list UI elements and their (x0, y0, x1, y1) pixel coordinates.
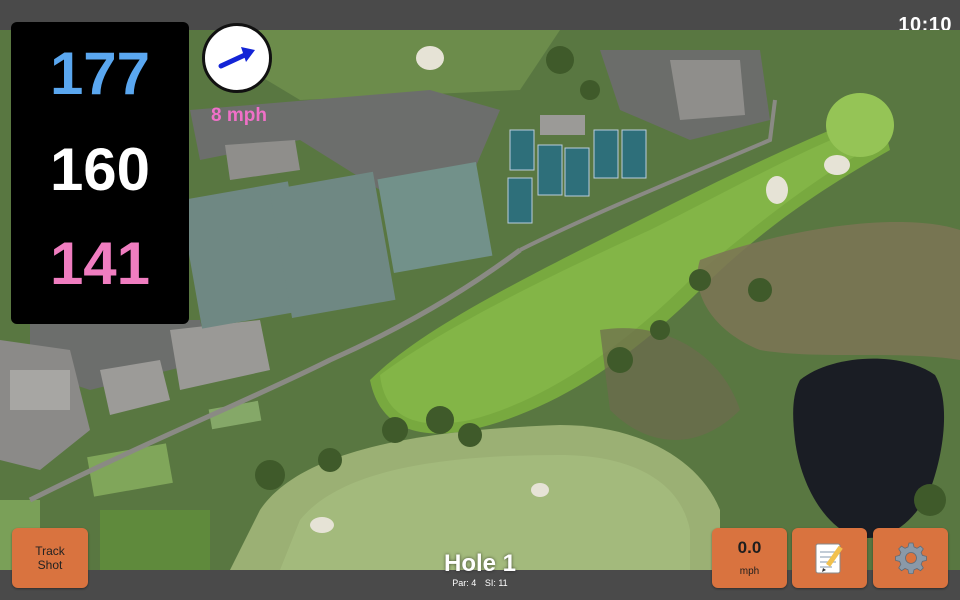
speed-unit: mph (739, 566, 760, 577)
track-shot-label-line1: Track (35, 544, 65, 558)
wind-speed: 8 mph (211, 105, 267, 126)
front-distance: 141 (49, 230, 151, 297)
notepad-icon (815, 543, 843, 574)
gear-icon (895, 542, 927, 574)
speed-value: 0.0 (737, 538, 762, 557)
back-distance: 177 (49, 40, 151, 107)
speed-button[interactable]: 0.0 mph (712, 528, 787, 588)
distance-panel: 177 160 141 (11, 22, 189, 324)
notes-button[interactable] (792, 528, 867, 588)
middle-distance: 160 (49, 136, 151, 203)
arrow-right-icon (218, 47, 255, 69)
wind-direction-indicator (202, 23, 272, 93)
hole-title: Hole 1 (443, 550, 517, 577)
hole-info: Par: 4 SI: 11 (380, 578, 580, 588)
settings-button[interactable] (873, 528, 948, 588)
track-shot-label-line2: Shot (37, 558, 63, 572)
track-shot-button[interactable]: Track Shot (12, 528, 88, 588)
hole-stroke-index: SI: 11 (484, 578, 508, 588)
hole-par: Par: 4 (452, 578, 477, 588)
